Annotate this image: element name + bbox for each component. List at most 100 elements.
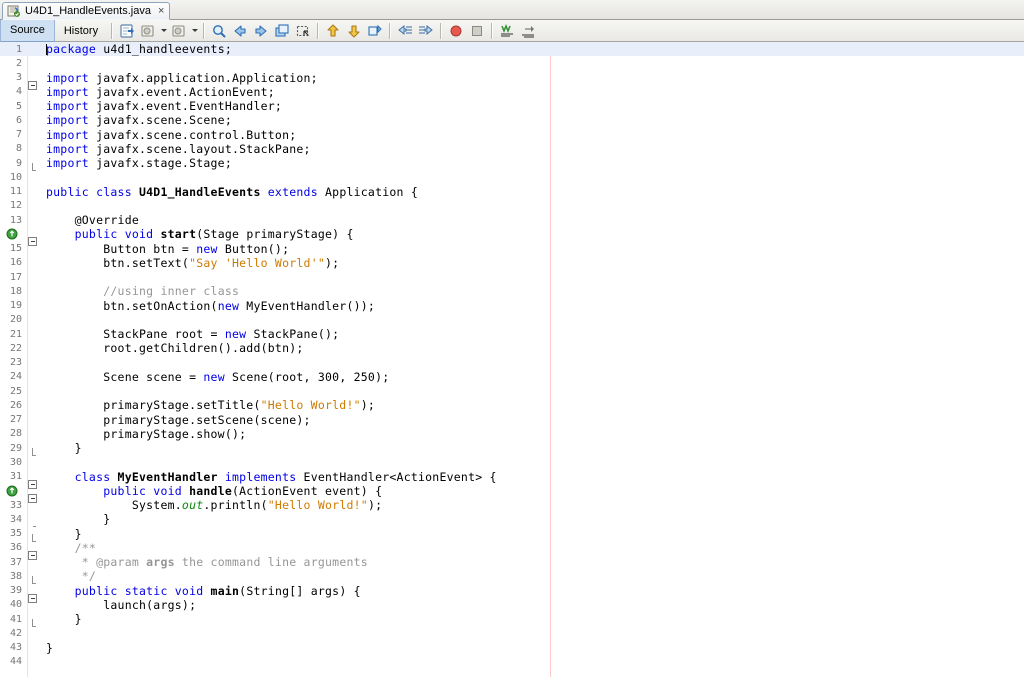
code-line[interactable]: 38 */ [0,569,1024,585]
code-text: root.getChildren().add(btn); [44,341,304,355]
code-line[interactable]: 12 [0,199,1024,213]
uncomment-icon[interactable] [518,21,538,41]
code-line[interactable]: 44 [0,655,1024,669]
find-previous-icon[interactable] [230,21,250,41]
code-line[interactable]: 19 btn.setOnAction(new MyEventHandler())… [0,299,1024,313]
code-line[interactable]: 13 @Override [0,213,1024,227]
find-next-icon[interactable] [251,21,271,41]
code-token: javafx.event.EventHandler; [88,99,283,114]
stop-macro-recording-icon[interactable] [467,21,487,41]
shift-right-icon[interactable] [416,21,436,41]
code-token: StackPane root = [46,327,225,342]
code-line[interactable]: 39 public static void main(String[] args… [0,583,1024,603]
code-line[interactable]: 18 //using inner class [0,284,1024,298]
tab-history[interactable]: History [55,20,107,42]
start-macro-recording-icon[interactable] [446,21,466,41]
code-line[interactable]: 22 root.getChildren().add(btn); [0,341,1024,355]
code-line[interactable]: 25 [0,384,1024,398]
code-token: import [46,127,89,142]
toggle-highlight-search-icon[interactable] [272,21,292,41]
toggle-rectangular-selection-icon[interactable] [293,21,313,41]
close-icon[interactable]: × [158,5,164,17]
code-line[interactable]: 8 import javafx.scene.layout.StackPane; [0,142,1024,156]
toolbar-separator [389,22,392,39]
code-lines[interactable]: 1 package u4d1_handleevents; 2 3 import java… [0,42,1024,677]
code-line[interactable]: 15 Button btn = new Button(); [0,242,1024,256]
code-token: } [46,612,82,627]
code-token: import [46,156,89,171]
last-edit-icon[interactable] [117,21,137,41]
line-number: 5 [15,100,22,112]
code-token: .println( [203,498,268,513]
code-line[interactable]: 36 /** [0,541,1024,560]
code-line[interactable]: 30 [0,455,1024,469]
code-line[interactable]: 7 import javafx.scene.control.Button; [0,128,1024,142]
code-token: public class [46,184,139,199]
next-bookmark-icon[interactable] [344,21,364,41]
code-line[interactable]: 11 public class U4D1_HandleEvents extends… [0,185,1024,199]
code-text: primaryStage.setScene(scene); [44,413,311,427]
code-token: main [210,583,240,598]
forward-dropdown-icon[interactable] [169,21,189,41]
tab-source[interactable]: Source [0,19,55,42]
code-line[interactable]: 40 launch(args); [0,598,1024,612]
toolbar-separator [203,22,206,39]
find-selection-icon[interactable] [209,21,229,41]
toggle-bookmark-icon[interactable] [365,21,385,41]
comment-icon[interactable] [497,21,517,41]
code-line[interactable]: 43} [0,641,1024,655]
code-token: EventHandler<ActionEvent> { [303,469,497,484]
code-line[interactable]: 20 [0,313,1024,327]
code-text: Button btn = new Button(); [44,242,289,256]
code-line[interactable]: 37 * @param args the command line argume… [0,555,1024,569]
view-tabs: Source History [0,19,107,42]
code-line[interactable]: 21 StackPane root = new StackPane(); [0,327,1024,341]
code-line[interactable]: 10 [0,170,1024,184]
code-token: (String[] args) { [239,583,361,598]
shift-left-icon[interactable] [395,21,415,41]
code-token: out [181,498,204,513]
line-number: 42 [9,627,22,639]
code-line[interactable]: 24 Scene scene = new Scene(root, 300, 25… [0,370,1024,384]
code-line[interactable]: 5 import javafx.event.EventHandler; [0,99,1024,113]
code-line[interactable]: 29 } [0,441,1024,457]
override-annotation-icon[interactable] [0,228,24,240]
code-line[interactable]: 42 [0,626,1024,640]
back-dropdown-icon[interactable] [138,21,158,41]
code-line[interactable]: 31 class MyEventHandler implements Event… [0,469,1024,489]
code-line[interactable]: 3 import javafx.application.Application; [0,70,1024,90]
document-tab-u4d1-handleevents[interactable]: U4D1_HandleEvents.java × [2,2,171,20]
code-line[interactable]: 23 [0,356,1024,370]
line-number: 44 [9,656,22,668]
code-line[interactable]: 9 import javafx.stage.Stage; [0,156,1024,172]
code-line[interactable]: 41 } [0,612,1024,628]
forward-dropdown-arrow-icon[interactable] [190,21,199,41]
code-line[interactable]: public void handle(ActionEvent event) { [0,484,1024,503]
code-line[interactable]: 35 } [0,527,1024,542]
override-annotation-icon[interactable] [0,485,24,497]
code-line[interactable]: 34 } [0,512,1024,528]
code-token: implements [217,469,304,484]
code-text: } [44,641,53,655]
code-line[interactable]: 2 [0,56,1024,70]
code-line[interactable]: 6 import javafx.scene.Scene; [0,113,1024,127]
code-line[interactable]: 1 package u4d1_handleevents; [0,42,1024,57]
code-line[interactable]: 4 import javafx.event.ActionEvent; [0,85,1024,99]
code-token: import [46,141,89,156]
code-text: //using inner class [44,284,239,298]
code-editor[interactable]: 1 package u4d1_handleevents; 2 3 import java… [0,42,1024,677]
code-token: import [46,113,89,128]
code-line[interactable]: 28 primaryStage.show(); [0,427,1024,441]
previous-bookmark-icon[interactable] [323,21,343,41]
code-text: primaryStage.setTitle("Hello World!"); [44,398,375,412]
code-line[interactable]: 33 System.out.println("Hello World!"); [0,498,1024,512]
code-line[interactable]: 27 primaryStage.setScene(scene); [0,413,1024,427]
back-dropdown-arrow-icon[interactable] [159,21,168,41]
code-token: import [46,70,89,85]
code-line[interactable]: 17 [0,270,1024,284]
code-line[interactable]: 26 primaryStage.setTitle("Hello World!")… [0,398,1024,412]
code-text: } [44,527,82,541]
code-line[interactable]: public void start(Stage primaryStage) { [0,227,1024,247]
code-line[interactable]: 16 btn.setText("Say 'Hello World'"); [0,256,1024,270]
